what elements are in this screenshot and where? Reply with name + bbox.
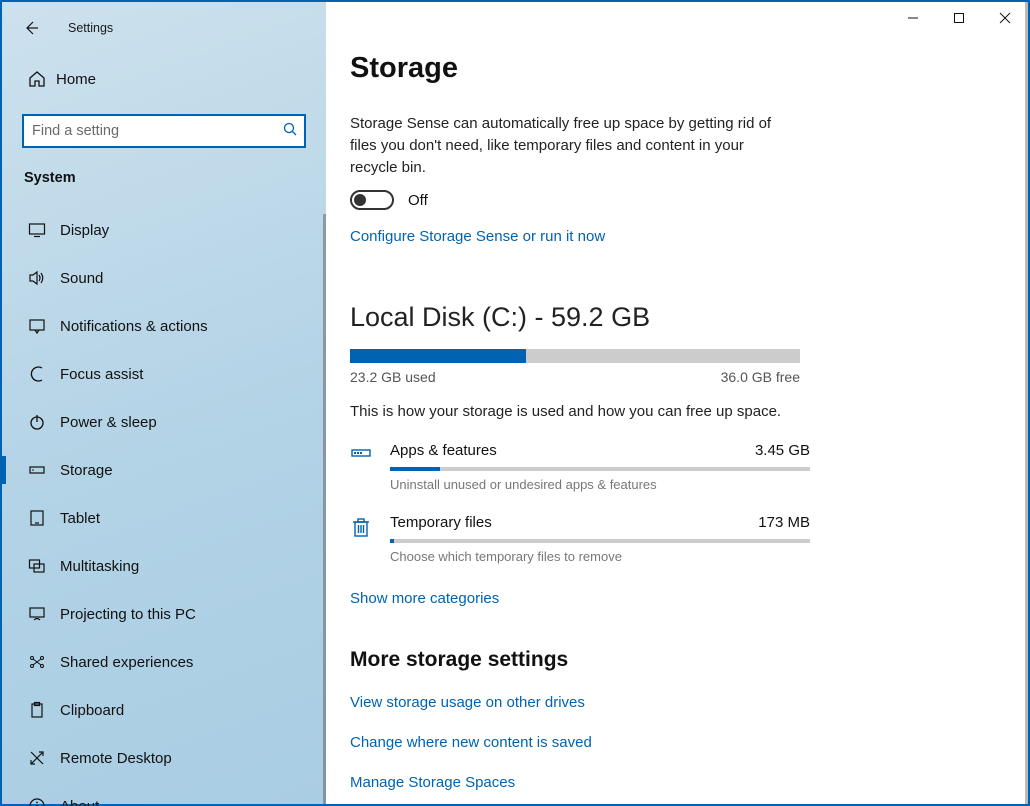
sidebar-item-label: Notifications & actions — [60, 318, 208, 335]
remote-desktop-icon — [24, 749, 50, 767]
sidebar-item-about[interactable]: About — [2, 782, 326, 806]
sidebar-home-label: Home — [56, 71, 96, 88]
disk-usage-bar — [350, 349, 800, 363]
main-scrollbar[interactable] — [1025, 2, 1028, 804]
home-icon — [24, 70, 50, 88]
arrow-left-icon — [23, 20, 39, 36]
search-input[interactable] — [32, 123, 282, 139]
display-icon — [24, 221, 50, 239]
maximize-button[interactable] — [936, 2, 982, 34]
projecting-icon — [24, 605, 50, 623]
about-icon — [24, 797, 50, 806]
storage-icon — [24, 461, 50, 479]
titlebar: Settings — [2, 12, 326, 44]
main-content: Storage Storage Sense can automatically … — [326, 2, 1028, 804]
multitasking-icon — [24, 557, 50, 575]
window-controls — [890, 2, 1028, 34]
sidebar-item-label: Power & sleep — [60, 414, 157, 431]
search-icon — [282, 121, 298, 142]
category-name: Apps & features — [390, 442, 497, 459]
sidebar-item-label: Projecting to this PC — [60, 606, 196, 623]
sidebar-item-remote-desktop[interactable]: Remote Desktop — [2, 734, 326, 782]
close-button[interactable] — [982, 2, 1028, 34]
storage-sense-description: Storage Sense can automatically free up … — [350, 113, 790, 178]
maximize-icon — [953, 12, 965, 24]
power-icon — [24, 413, 50, 431]
sidebar-item-focus-assist[interactable]: Focus assist — [2, 350, 326, 398]
show-more-categories-link[interactable]: Show more categories — [350, 590, 499, 607]
change-new-content-saved-link[interactable]: Change where new content is saved — [350, 734, 592, 751]
window-title: Settings — [68, 21, 113, 35]
disk-heading: Local Disk (C:) - 59.2 GB — [350, 302, 988, 333]
sidebar-item-display[interactable]: Display — [2, 206, 326, 254]
configure-storage-sense-link[interactable]: Configure Storage Sense or run it now — [350, 228, 605, 245]
sidebar-section-heading: System — [2, 148, 326, 190]
sidebar: Settings Home System Display Sound Notif… — [2, 2, 326, 804]
sidebar-item-storage[interactable]: Storage — [2, 446, 326, 494]
storage-sense-toggle-label: Off — [408, 192, 428, 209]
apps-features-icon — [350, 442, 390, 492]
sidebar-item-label: Sound — [60, 270, 103, 287]
sidebar-item-label: Tablet — [60, 510, 100, 527]
category-apps-features[interactable]: Apps & features 3.45 GB Uninstall unused… — [350, 442, 810, 492]
search-box[interactable] — [22, 114, 306, 148]
sidebar-item-label: Remote Desktop — [60, 750, 172, 767]
storage-usage-note: This is how your storage is used and how… — [350, 403, 988, 420]
category-name: Temporary files — [390, 514, 492, 531]
category-value: 3.45 GB — [755, 442, 810, 459]
sidebar-item-sound[interactable]: Sound — [2, 254, 326, 302]
category-temporary-files[interactable]: Temporary files 173 MB Choose which temp… — [350, 514, 810, 564]
sound-icon — [24, 269, 50, 287]
sidebar-item-label: Focus assist — [60, 366, 143, 383]
close-icon — [999, 12, 1011, 24]
temporary-files-icon — [350, 514, 390, 564]
sidebar-item-label: Multitasking — [60, 558, 139, 575]
category-hint: Uninstall unused or undesired apps & fea… — [390, 477, 810, 492]
disk-usage-fill — [350, 349, 526, 363]
storage-sense-toggle[interactable] — [350, 190, 394, 210]
sidebar-item-power-sleep[interactable]: Power & sleep — [2, 398, 326, 446]
view-storage-other-drives-link[interactable]: View storage usage on other drives — [350, 694, 585, 711]
sidebar-item-label: About — [60, 798, 99, 806]
sidebar-item-shared-experiences[interactable]: Shared experiences — [2, 638, 326, 686]
minimize-button[interactable] — [890, 2, 936, 34]
back-button[interactable] — [14, 13, 48, 43]
disk-free-label: 36.0 GB free — [721, 369, 800, 385]
sidebar-item-notifications[interactable]: Notifications & actions — [2, 302, 326, 350]
disk-used-label: 23.2 GB used — [350, 369, 436, 385]
sidebar-item-projecting[interactable]: Projecting to this PC — [2, 590, 326, 638]
sidebar-item-multitasking[interactable]: Multitasking — [2, 542, 326, 590]
minimize-icon — [907, 12, 919, 24]
sidebar-item-tablet[interactable]: Tablet — [2, 494, 326, 542]
sidebar-item-clipboard[interactable]: Clipboard — [2, 686, 326, 734]
focus-assist-icon — [24, 365, 50, 383]
category-bar — [390, 467, 810, 471]
category-value: 173 MB — [758, 514, 810, 531]
sidebar-item-label: Clipboard — [60, 702, 124, 719]
sidebar-item-label: Shared experiences — [60, 654, 193, 671]
page-title: Storage — [350, 52, 988, 85]
shared-experiences-icon — [24, 653, 50, 671]
category-bar — [390, 539, 810, 543]
sidebar-nav: Display Sound Notifications & actions Fo… — [2, 206, 326, 806]
tablet-icon — [24, 509, 50, 527]
manage-storage-spaces-link[interactable]: Manage Storage Spaces — [350, 774, 515, 791]
category-hint: Choose which temporary files to remove — [390, 549, 810, 564]
sidebar-home[interactable]: Home — [2, 60, 326, 98]
clipboard-icon — [24, 701, 50, 719]
sidebar-item-label: Storage — [60, 462, 113, 479]
sidebar-item-label: Display — [60, 222, 109, 239]
more-storage-settings-heading: More storage settings — [350, 648, 988, 672]
notifications-icon — [24, 317, 50, 335]
